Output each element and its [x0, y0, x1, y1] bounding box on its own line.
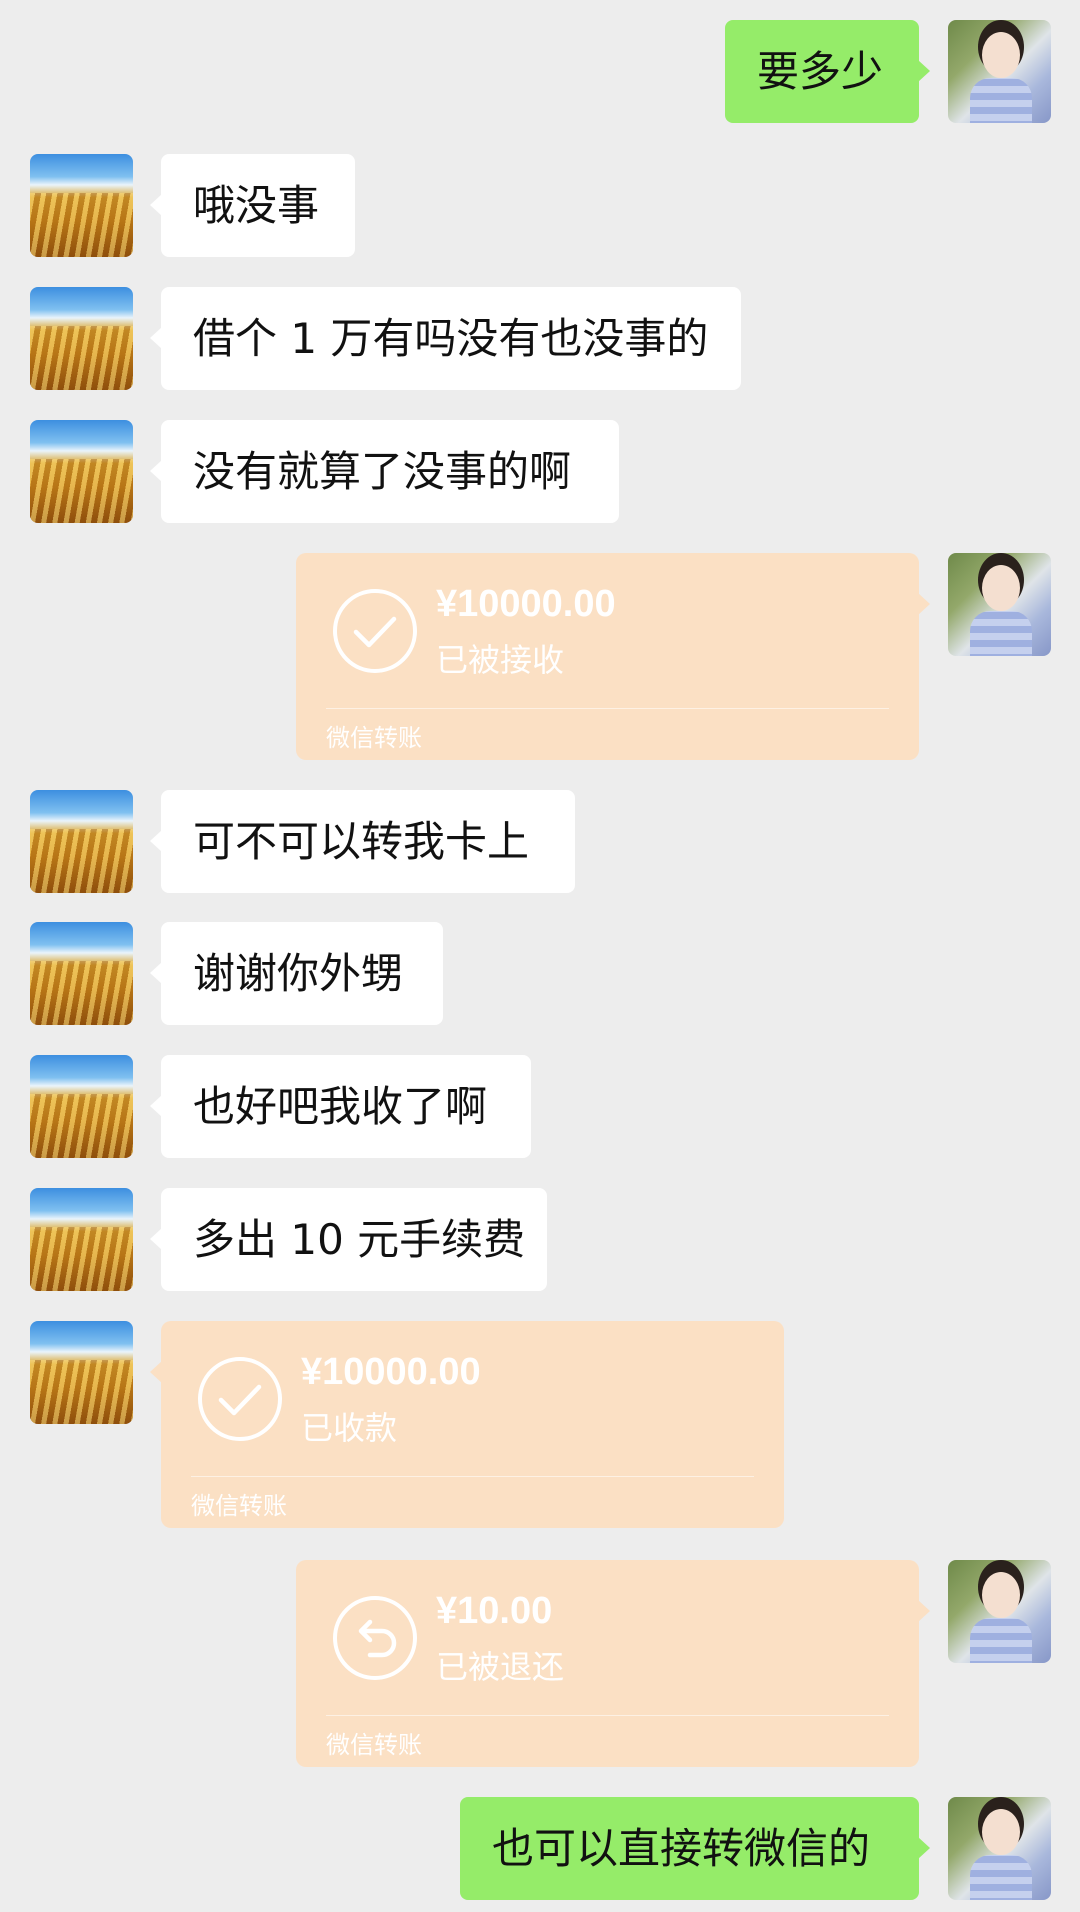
- transfer-amount: ¥10.00: [436, 1590, 553, 1632]
- message-bubble-incoming[interactable]: 可不可以转我卡上: [150, 790, 575, 893]
- transfer-amount: ¥10000.00: [436, 583, 616, 625]
- wheat-field-avatar[interactable]: [30, 922, 133, 1025]
- girl-avatar[interactable]: [948, 1560, 1051, 1663]
- divider: [326, 708, 889, 709]
- check-circle-icon: [333, 589, 417, 673]
- transfer-amount: ¥10000.00: [301, 1351, 481, 1393]
- transfer-card[interactable]: ¥10000.00 已被接收 微信转账: [296, 553, 930, 760]
- check-circle-icon: [198, 1357, 282, 1441]
- transfer-label: 微信转账: [191, 1492, 287, 1520]
- message-bubble-incoming[interactable]: 多出 10 元手续费: [150, 1188, 547, 1291]
- divider: [191, 1476, 754, 1477]
- transfer-status: 已被退还: [436, 1648, 565, 1686]
- wheat-field-avatar[interactable]: [30, 1321, 133, 1424]
- message-bubble-incoming[interactable]: 借个 1 万有吗没有也没事的: [150, 287, 741, 390]
- wheat-field-avatar[interactable]: [30, 1188, 133, 1291]
- message-text: 借个 1 万有吗没有也没事的: [193, 314, 709, 363]
- transfer-status: 已收款: [301, 1409, 398, 1447]
- transfer-card[interactable]: ¥10000.00 已收款 微信转账: [150, 1321, 784, 1528]
- message-text: 也好吧我收了啊: [193, 1082, 488, 1131]
- girl-avatar[interactable]: [948, 1797, 1051, 1900]
- message-text: 也可以直接转微信的: [492, 1824, 871, 1873]
- message-text: 多出 10 元手续费: [193, 1215, 526, 1264]
- wheat-field-avatar[interactable]: [30, 1055, 133, 1158]
- divider: [326, 1715, 889, 1716]
- message-text: 可不可以转我卡上: [193, 817, 530, 866]
- message-bubble-outgoing[interactable]: 也可以直接转微信的: [460, 1797, 930, 1900]
- wheat-field-avatar[interactable]: [30, 420, 133, 523]
- girl-avatar[interactable]: [948, 20, 1051, 123]
- message-text: 要多少: [757, 47, 884, 96]
- wheat-field-avatar[interactable]: [30, 154, 133, 257]
- message-bubble-outgoing[interactable]: 要多少: [725, 20, 930, 123]
- message-text: 哦没事: [193, 181, 320, 230]
- girl-avatar[interactable]: [948, 553, 1051, 656]
- transfer-card[interactable]: ¥10.00 已被退还 微信转账: [296, 1560, 930, 1767]
- transfer-label: 微信转账: [326, 1731, 422, 1759]
- transfer-label: 微信转账: [326, 724, 422, 752]
- message-text: 没有就算了没事的啊: [193, 447, 572, 496]
- message-bubble-incoming[interactable]: 谢谢你外甥: [150, 922, 443, 1025]
- wheat-field-avatar[interactable]: [30, 287, 133, 390]
- message-bubble-incoming[interactable]: 也好吧我收了啊: [150, 1055, 531, 1158]
- wheat-field-avatar[interactable]: [30, 790, 133, 893]
- return-circle-icon: [333, 1596, 417, 1680]
- message-bubble-incoming[interactable]: 哦没事: [150, 154, 355, 257]
- transfer-status: 已被接收: [436, 641, 565, 679]
- message-text: 谢谢你外甥: [193, 949, 404, 998]
- message-bubble-incoming[interactable]: 没有就算了没事的啊: [150, 420, 619, 523]
